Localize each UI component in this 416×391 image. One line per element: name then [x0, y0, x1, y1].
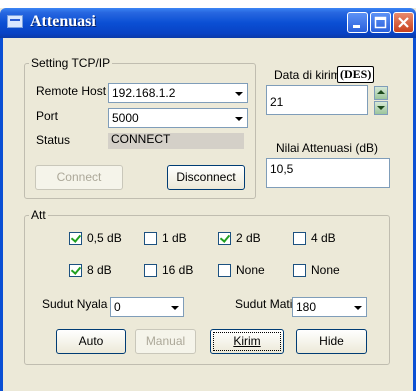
sudut-nyala-value: 0: [114, 300, 121, 314]
sudut-mati-label: Sudut Mati: [235, 297, 293, 311]
sudut-mati-value: 180: [296, 300, 317, 314]
port-value: 5000: [112, 111, 139, 125]
spin-up-button[interactable]: [374, 86, 388, 100]
data-kirim-label: Data di kirim: [274, 68, 341, 82]
checkbox-none-1[interactable]: [218, 264, 231, 277]
spin-down-button[interactable]: [374, 101, 388, 115]
close-button[interactable]: [393, 12, 414, 33]
remote-host-combo[interactable]: 192.168.1.2: [108, 83, 248, 103]
minimize-button[interactable]: [347, 12, 368, 33]
checkbox-label: 16 dB: [162, 263, 194, 277]
disconnect-button[interactable]: Disconnect: [167, 165, 245, 190]
des-badge: (DES): [337, 66, 375, 83]
nilai-attenuasi-value: 10,5: [270, 162, 294, 176]
nilai-attenuasi-label: Nilai Attenuasi (dB): [276, 141, 379, 155]
tcp-settings-legend: Setting TCP/IP: [31, 56, 111, 70]
remote-host-label: Remote Host: [36, 84, 107, 98]
maximize-button[interactable]: [370, 12, 391, 33]
manual-button[interactable]: Manual: [135, 329, 196, 354]
chevron-down-icon[interactable]: [167, 299, 182, 315]
checkbox-2-db[interactable]: [218, 232, 231, 245]
nilai-attenuasi-field[interactable]: 10,5: [266, 158, 390, 188]
maximize-icon: [374, 16, 387, 29]
status-label: Status: [36, 133, 71, 147]
status-value: CONNECT: [111, 132, 171, 146]
checkbox-4-db[interactable]: [293, 232, 306, 245]
chevron-down-icon[interactable]: [350, 299, 365, 315]
checkbox-label: 1 dB: [162, 231, 187, 245]
checkbox-label: 0,5 dB: [87, 231, 122, 245]
chevron-down-icon[interactable]: [231, 85, 246, 101]
checkbox-8-db[interactable]: [69, 264, 82, 277]
checkbox-label: None: [311, 263, 340, 277]
att-legend: Att: [31, 208, 46, 222]
remote-host-value: 192.168.1.2: [112, 86, 176, 100]
window-icon: [7, 15, 23, 28]
hide-button[interactable]: Hide: [296, 329, 367, 354]
close-icon: [398, 17, 409, 28]
window-frame-left: [0, 38, 3, 391]
port-combo[interactable]: 5000: [108, 108, 248, 128]
data-kirim-field[interactable]: 21: [266, 85, 368, 115]
checkbox-label: 2 dB: [236, 231, 261, 245]
checkbox-label: 4 dB: [311, 231, 336, 245]
checkbox-16-db[interactable]: [144, 264, 157, 277]
data-kirim-value: 21: [270, 95, 284, 109]
sudut-mati-combo[interactable]: 180: [292, 297, 367, 317]
port-label: Port: [36, 109, 59, 123]
checkbox-1-db[interactable]: [144, 232, 157, 245]
checkbox-label: None: [236, 263, 265, 277]
checkbox-none-2[interactable]: [293, 264, 306, 277]
connect-button[interactable]: Connect: [35, 165, 123, 190]
kirim-button[interactable]: Kirim: [210, 329, 284, 354]
sudut-nyala-label: Sudut Nyala: [42, 297, 108, 311]
sudut-nyala-combo[interactable]: 0: [110, 297, 184, 317]
checkbox-0-5-db[interactable]: [69, 232, 82, 245]
window-title: Attenuasi: [30, 13, 96, 30]
chevron-down-icon[interactable]: [231, 110, 246, 126]
minimize-icon: [353, 25, 360, 28]
auto-button[interactable]: Auto: [56, 329, 126, 354]
checkbox-label: 8 dB: [87, 263, 112, 277]
